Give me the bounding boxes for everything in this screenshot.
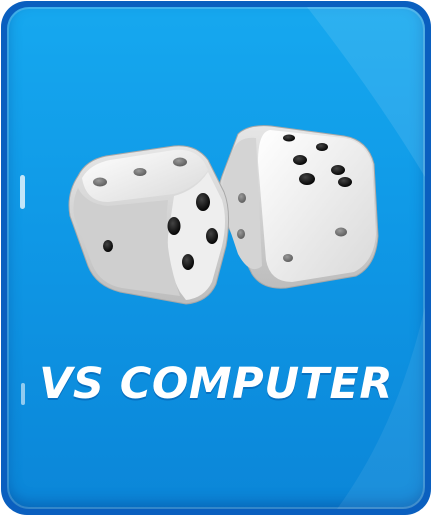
button-label: VS COMPUTER — [39, 359, 393, 409]
die-right — [218, 125, 379, 289]
edge-shine — [20, 175, 25, 209]
vs-computer-button[interactable]: VS COMPUTER — [1, 1, 431, 515]
die-left — [68, 145, 230, 305]
two-dice-icon — [68, 125, 379, 305]
game-menu-screen: VS COMPUTER — [0, 0, 432, 516]
